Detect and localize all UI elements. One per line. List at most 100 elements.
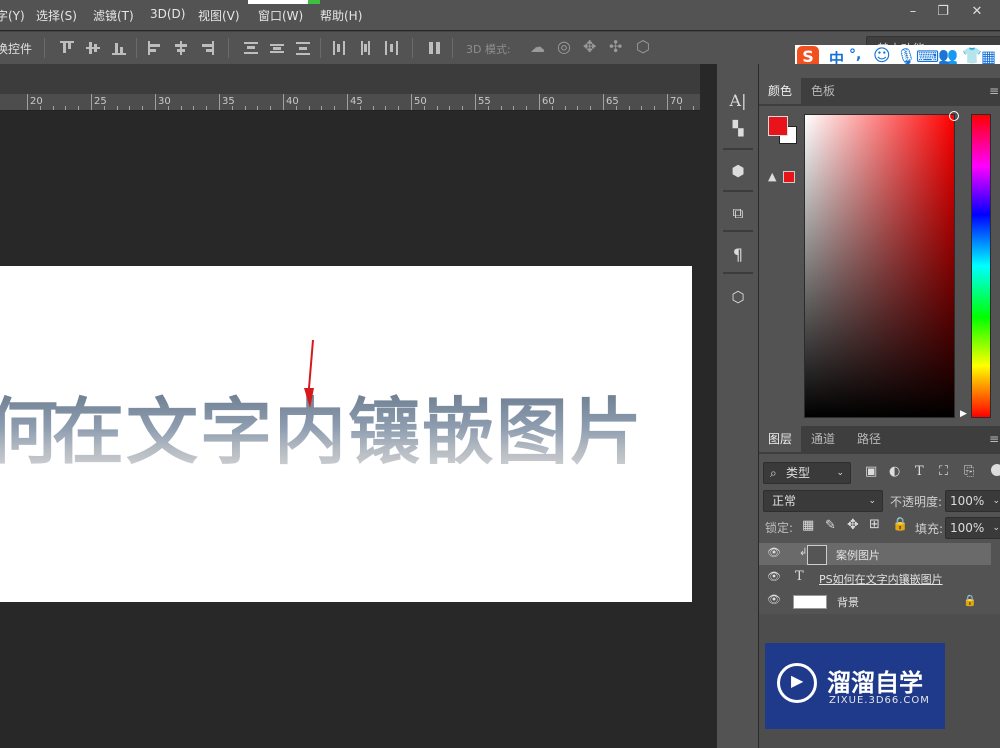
filter-pixel-icon[interactable]: ▣ — [865, 464, 877, 479]
filter-shape-icon[interactable]: ⛶ — [939, 464, 948, 479]
paragraph-panel-icon[interactable]: ¶ — [725, 244, 751, 266]
lock-artboard-icon[interactable]: ⊞ — [869, 517, 880, 532]
chevron-down-icon: ⌄ — [992, 496, 1000, 506]
3d-scale-icon[interactable]: ⬡ — [636, 37, 650, 56]
transform-controls-label[interactable]: 换控件 — [0, 40, 32, 57]
menu-select[interactable]: 选择(S) — [36, 7, 77, 24]
filter-adjustment-icon[interactable]: ◐ — [889, 464, 900, 479]
fill-field[interactable]: 100% ⌄ — [945, 517, 1000, 539]
panel-menu-icon[interactable]: ≡ — [989, 84, 999, 98]
ruler-tick — [475, 94, 476, 110]
color-picker-cursor[interactable] — [949, 111, 959, 121]
watermark: ▶ 溜溜自学 ZIXUE.3D66.COM — [765, 643, 945, 729]
ime-punct-toggle[interactable]: °, — [849, 47, 861, 63]
menu-type[interactable]: 字(Y) — [0, 7, 25, 24]
distribute-right-icon[interactable] — [384, 41, 398, 55]
gamut-color-chip[interactable] — [783, 171, 795, 183]
panel-menu-icon[interactable]: ≡ — [989, 432, 999, 446]
ime-user-icon[interactable]: 👥 — [938, 46, 958, 65]
separator — [412, 38, 413, 58]
ruler-tick — [39, 106, 41, 110]
align-top-icon[interactable] — [60, 41, 74, 55]
tab-paths[interactable]: 路径 — [848, 426, 890, 452]
ruler-number: 55 — [478, 96, 491, 107]
lock-pixels-icon[interactable]: ✎ — [825, 518, 836, 533]
layer-filter-select[interactable]: ⌕ 类型 ⌄ — [763, 462, 851, 484]
opacity-field[interactable]: 100% ⌄ — [945, 490, 1000, 512]
separator — [723, 148, 753, 150]
document-canvas[interactable]: 何 在 文 字 内 镶 嵌 图 片 — [0, 266, 692, 602]
ruler-tick — [372, 106, 374, 110]
fill-label: 填充: — [915, 522, 944, 536]
foreground-color-swatch[interactable] — [768, 116, 788, 136]
ime-emoji-icon[interactable]: ☺ — [873, 46, 891, 66]
align-bottom-icon[interactable] — [112, 41, 126, 55]
distribute-left-icon[interactable] — [332, 41, 346, 55]
menu-window[interactable]: 窗口(W) — [258, 7, 303, 24]
lock-all-icon[interactable]: 🔒 — [892, 517, 908, 532]
3d-roll-icon[interactable]: ◎ — [557, 37, 571, 56]
opacity-value: 100% — [950, 494, 985, 508]
menu-3d[interactable]: 3D(D) — [150, 7, 185, 21]
distribute-bottom-icon[interactable] — [296, 41, 310, 55]
hue-slider-handle[interactable]: ▶ — [960, 409, 967, 419]
collapsed-panel-column: A| ▚ ⬢ ⧉ ¶ ⬡ — [716, 64, 759, 748]
menu-help[interactable]: 帮助(H) — [320, 7, 362, 24]
ruler-tick — [641, 106, 643, 110]
character-panel-icon[interactable]: A| — [725, 90, 751, 112]
ruler-tick — [295, 106, 297, 110]
3d-pan-icon[interactable]: ✥ — [583, 37, 596, 56]
3d-slide-icon[interactable]: ✣ — [609, 37, 622, 56]
align-right-icon[interactable] — [200, 41, 214, 55]
distribute-vcenter-icon[interactable] — [270, 41, 284, 55]
auto-align-icon[interactable] — [428, 41, 442, 55]
ruler-number: 60 — [542, 96, 555, 107]
align-vcenter-icon[interactable] — [86, 41, 100, 55]
blend-mode-select[interactable]: 正常 ⌄ — [763, 490, 883, 512]
layer-row[interactable]: 👁 背景 🔒 — [759, 590, 991, 612]
ime-skin-icon[interactable]: 👕 — [962, 46, 982, 65]
menu-view[interactable]: 视图(V) — [198, 7, 240, 24]
tab-swatches[interactable]: 色板 — [802, 78, 844, 104]
visibility-eye-icon[interactable]: 👁 — [767, 547, 781, 558]
filter-toggle[interactable] — [991, 464, 1000, 476]
hue-slider[interactable] — [971, 114, 991, 418]
out-of-gamut-warning-icon[interactable]: ▲ — [768, 170, 776, 183]
align-left-icon[interactable] — [148, 41, 162, 55]
3d-orbit-icon[interactable]: ☁ — [530, 38, 545, 56]
close-button[interactable]: ✕ — [964, 4, 990, 20]
canvas-text-char: 镶 — [348, 390, 421, 474]
layer-row[interactable]: 👁 T PS如何在文字内镶嵌图片 — [759, 567, 991, 589]
tab-layers[interactable]: 图层 — [759, 426, 802, 452]
3d-panel-icon[interactable]: ⬡ — [725, 286, 751, 308]
ruler-tick — [283, 94, 284, 110]
ruler-number: 45 — [350, 96, 363, 107]
opacity-label: 不透明度: — [890, 495, 943, 509]
distribute-hcenter-icon[interactable] — [358, 41, 372, 55]
ruler-tick — [411, 94, 412, 110]
tab-channels[interactable]: 通道 — [802, 426, 844, 452]
color-picker-field[interactable] — [804, 114, 955, 418]
align-hcenter-icon[interactable] — [174, 41, 188, 55]
menu-filter[interactable]: 滤镜(T) — [93, 7, 134, 24]
minimize-button[interactable]: – — [900, 4, 926, 20]
3d-properties-icon[interactable]: ⬢ — [725, 160, 751, 182]
ruler-tick — [692, 106, 694, 110]
character-styles-icon[interactable]: ▚ — [725, 118, 751, 140]
visibility-eye-icon[interactable]: 👁 — [767, 594, 781, 605]
filter-smart-object-icon[interactable]: ⎘ — [964, 464, 974, 479]
ruler-tick — [129, 106, 131, 110]
lock-transparent-icon[interactable]: ▦ — [802, 518, 814, 533]
horizontal-ruler: 20 25 30 35 40 45 50 55 60 65 70 — [0, 94, 700, 111]
filter-type-icon[interactable]: T — [915, 464, 924, 479]
visibility-eye-icon[interactable]: 👁 — [767, 571, 781, 582]
transform-panel-icon[interactable]: ⧉ — [725, 202, 751, 224]
canvas-text-char: 在 — [52, 390, 125, 474]
watermark-title: 溜溜自学 — [827, 669, 923, 697]
restore-button[interactable]: ❐ — [930, 4, 956, 20]
layer-row[interactable]: 👁 ↲ 案例图片 — [759, 543, 991, 565]
color-panel-tabs: 颜色 色板 ≡ — [759, 78, 1000, 106]
distribute-top-icon[interactable] — [244, 41, 258, 55]
lock-position-icon[interactable]: ✥ — [847, 517, 859, 533]
tab-color[interactable]: 颜色 — [759, 78, 802, 104]
